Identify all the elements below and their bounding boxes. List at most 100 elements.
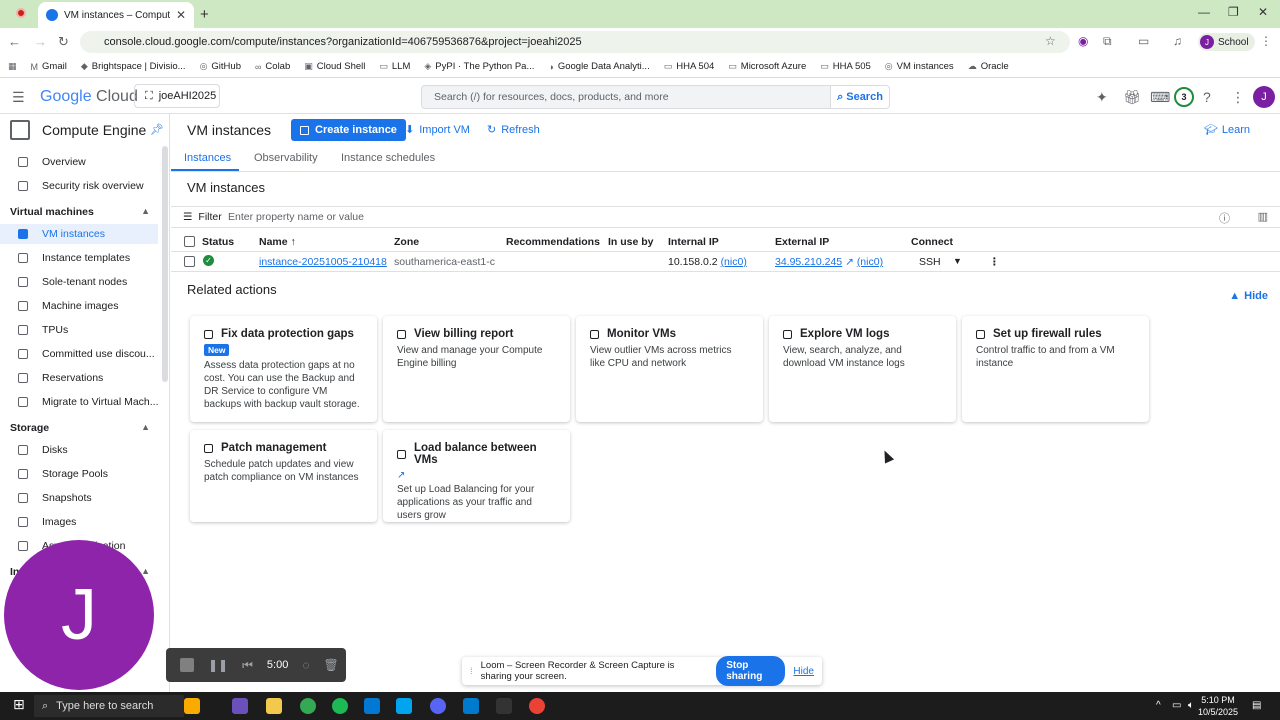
external-nic-link[interactable]: (nic0) xyxy=(857,256,883,268)
apps-grid-icon[interactable]: ▦ xyxy=(8,61,17,72)
back-icon[interactable]: ← xyxy=(8,34,21,49)
tab-instances[interactable]: Instances xyxy=(184,152,231,164)
app-icon[interactable] xyxy=(496,698,512,714)
ssh-dropdown-icon[interactable]: ▼ xyxy=(953,256,962,266)
stop-sharing-button[interactable]: Stop sharing xyxy=(716,656,786,686)
system-clock[interactable]: 5:10 PM 10/5/2025 xyxy=(1198,694,1238,718)
sidebar-item-reservations[interactable]: Reservations xyxy=(0,368,158,388)
volume-icon[interactable]: 🔈︎ xyxy=(1188,700,1194,711)
profile-chip[interactable]: J School xyxy=(1198,33,1255,51)
widgets-icon[interactable] xyxy=(184,698,200,714)
vscode-icon[interactable] xyxy=(463,698,479,714)
extension-icon[interactable]: ◉ xyxy=(1078,34,1088,48)
sidebar-item-images[interactable]: Images xyxy=(0,512,158,532)
pin-icon[interactable]: 📌︎ xyxy=(150,123,164,136)
media-controls-icon[interactable]: ♫ xyxy=(1173,34,1182,48)
bookmark-item[interactable]: ∞ Colab xyxy=(255,61,290,72)
help-icon[interactable]: ⓘ xyxy=(1219,210,1230,226)
bookmark-item[interactable]: ▭ Microsoft Azure xyxy=(728,61,806,72)
notifications-icon[interactable]: ▤ xyxy=(1252,700,1261,711)
loom-camera-bubble[interactable]: J xyxy=(4,540,154,690)
loom-pause-icon[interactable]: ❚❚ xyxy=(208,658,228,672)
related-card-monitor-vms[interactable]: Monitor VMs View outlier VMs across metri… xyxy=(576,316,763,422)
row-actions-icon[interactable]: ⋮ xyxy=(989,256,1000,268)
nav-scrollbar[interactable] xyxy=(162,146,168,382)
forward-icon[interactable]: → xyxy=(34,34,47,49)
bookmark-item[interactable]: ☁ Oracle xyxy=(968,61,1009,72)
column-internal-ip[interactable]: Internal IP xyxy=(668,236,719,248)
sidebar-item-storage-pools[interactable]: Storage Pools xyxy=(0,464,158,484)
column-name[interactable]: Name ↑ xyxy=(259,236,296,248)
hide-share-bar-link[interactable]: Hide xyxy=(793,666,814,677)
search-button[interactable]: ⌕ Search xyxy=(830,85,890,109)
bookmark-item[interactable]: M Gmail xyxy=(31,61,67,72)
sidebar-item-overview[interactable]: Overview xyxy=(0,152,158,172)
bookmark-item[interactable]: ◎ VM instances xyxy=(885,61,954,72)
sidebar-item-vm-instances[interactable]: VM instances xyxy=(0,224,158,244)
cloud-shell-icon[interactable]: ⌨ xyxy=(1150,89,1170,106)
bookmark-item[interactable]: ▭ LLM xyxy=(379,61,410,72)
sidebar-item-disks[interactable]: Disks xyxy=(0,440,158,460)
filter-button[interactable]: ☰ Filter xyxy=(183,211,222,223)
sidebar-item-snapshots[interactable]: Snapshots xyxy=(0,488,158,508)
loom-restart-icon[interactable]: ⏮ xyxy=(242,658,253,673)
create-instance-button[interactable]: Create instance xyxy=(291,119,406,141)
bookmark-item[interactable]: ◈ PyPI · The Python Pa... xyxy=(424,61,534,72)
outlook-icon[interactable] xyxy=(364,698,380,714)
windows-start-icon[interactable]: ⊞ xyxy=(13,696,27,712)
close-tab-icon[interactable]: ✕ xyxy=(176,8,186,22)
bookmark-item[interactable]: ◎ GitHub xyxy=(200,61,241,72)
sidebar-item-committed-use[interactable]: Committed use discou... xyxy=(0,344,158,364)
column-status[interactable]: Status xyxy=(202,236,234,248)
minimize-window-icon[interactable]: — xyxy=(1198,5,1210,19)
related-card-explore-vm-logs[interactable]: Explore VM logs View, search, analyze, an… xyxy=(769,316,956,422)
battery-icon[interactable]: ▭ xyxy=(1172,700,1181,711)
discord-icon[interactable] xyxy=(430,698,446,714)
nav-section-storage[interactable]: Storage ▲ xyxy=(10,422,150,434)
loom-draw-icon[interactable]: ◌ xyxy=(302,658,309,672)
copilot-icon[interactable] xyxy=(232,698,248,714)
gemini-sparkle-icon[interactable]: ✦ xyxy=(1096,89,1108,106)
column-connect[interactable]: Connect xyxy=(911,236,953,248)
related-card-view-billing-report[interactable]: View billing report View and manage your … xyxy=(383,316,570,422)
restore-window-icon[interactable]: ❐ xyxy=(1228,5,1239,19)
bookmark-item[interactable]: ▭ HHA 504 xyxy=(664,61,715,72)
related-card-load-balance[interactable]: Load balance between VMs ↗ Set up Load Bal… xyxy=(383,430,570,522)
close-window-icon[interactable]: ✕ xyxy=(1258,5,1268,19)
file-explorer-icon[interactable] xyxy=(266,698,282,714)
tab-observability[interactable]: Observability xyxy=(254,152,318,164)
row-checkbox[interactable] xyxy=(184,256,195,267)
google-cloud-logo[interactable]: Google Cloud xyxy=(40,88,138,106)
ssh-button[interactable]: SSH xyxy=(919,256,941,268)
address-bar[interactable]: console.cloud.google.com/compute/instanc… xyxy=(80,31,1070,53)
refresh-button[interactable]: ↻ Refresh xyxy=(487,123,540,137)
browser-menu-icon[interactable]: ⋮ xyxy=(1260,34,1272,48)
reload-icon[interactable]: ↻ xyxy=(58,34,69,50)
project-selector[interactable]: ⛶ joeAHI2025 xyxy=(134,84,220,108)
store-icon[interactable] xyxy=(396,698,412,714)
column-in-use-by[interactable]: In use by xyxy=(608,236,654,248)
search-input[interactable]: Search (/) for resources, docs, products… xyxy=(421,85,831,109)
gift-icon[interactable]: 🎁︎ xyxy=(1123,89,1141,106)
account-avatar[interactable]: J xyxy=(1253,86,1275,108)
extensions-puzzle-icon[interactable]: ⧉ xyxy=(1103,34,1112,49)
sidebar-item-security-risk[interactable]: Security risk overview xyxy=(0,176,158,196)
bookmark-item[interactable]: ◆ Brightspace | Divisio... xyxy=(81,61,186,72)
related-card-fix-data-protection[interactable]: Fix data protection gaps New Assess data p… xyxy=(190,316,377,422)
bookmark-item[interactable]: ▣ Cloud Shell xyxy=(304,61,365,72)
column-external-ip[interactable]: External IP xyxy=(775,236,829,248)
select-all-checkbox[interactable] xyxy=(184,236,195,247)
spotify-icon[interactable] xyxy=(332,698,348,714)
loom-stop-icon[interactable] xyxy=(180,658,194,672)
taskbar-search-input[interactable]: ⌕ Type here to search xyxy=(34,695,184,717)
column-display-icon[interactable]: ▥ xyxy=(1258,210,1268,223)
main-menu-icon[interactable]: ☰ xyxy=(12,89,25,106)
sidebar-item-sole-tenant-nodes[interactable]: Sole-tenant nodes xyxy=(0,272,158,292)
sidebar-item-tpus[interactable]: TPUs xyxy=(0,320,158,340)
bookmark-item[interactable]: ◑ Google Data Analyti... xyxy=(548,61,649,72)
chrome-active-icon[interactable] xyxy=(529,698,545,714)
related-card-patch-management[interactable]: Patch management Schedule patch updates a… xyxy=(190,430,377,522)
column-recommendations[interactable]: Recommendations xyxy=(506,236,600,248)
new-tab-icon[interactable]: + xyxy=(200,6,209,23)
notifications-badge[interactable]: 3 xyxy=(1174,87,1194,107)
